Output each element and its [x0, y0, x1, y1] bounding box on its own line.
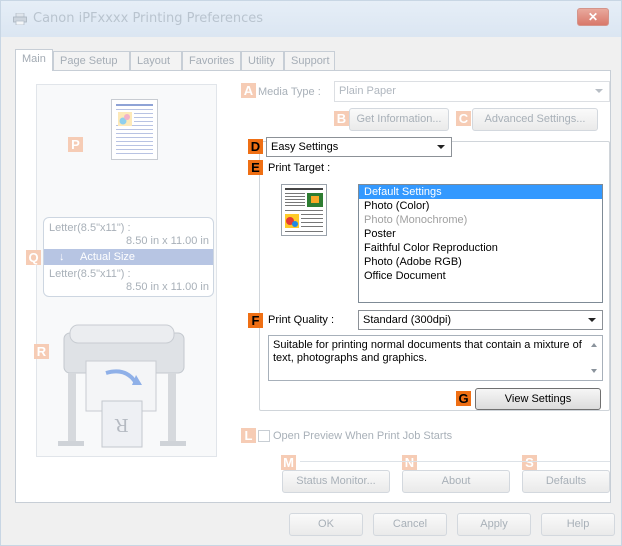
- callout-s: S: [522, 455, 537, 470]
- open-preview-label: Open Preview When Print Job Starts: [273, 430, 453, 442]
- open-preview-checkbox[interactable]: [258, 430, 270, 442]
- print-quality-value: Standard (300dpi): [363, 314, 452, 326]
- printing-preferences-window: Canon iPFxxxx Printing Preferences ✕ Mai…: [0, 0, 622, 546]
- callout-g: G: [456, 391, 471, 406]
- print-quality-description: Suitable for printing normal documents t…: [268, 335, 603, 381]
- callout-d: D: [248, 139, 263, 154]
- scroll-down-icon[interactable]: [591, 369, 597, 373]
- settings-mode-select[interactable]: Easy Settings: [266, 137, 452, 157]
- callout-m: M: [281, 455, 296, 470]
- tab-favorites[interactable]: Favorites: [182, 51, 241, 70]
- close-icon: ✕: [587, 10, 599, 24]
- list-item[interactable]: Faithful Color Reproduction: [359, 241, 602, 255]
- about-button[interactable]: About: [402, 470, 510, 493]
- description-text: Suitable for printing normal documents t…: [273, 339, 582, 364]
- callout-f: F: [248, 313, 263, 328]
- callout-l: L: [241, 428, 256, 443]
- window-title: Canon iPFxxxx Printing Preferences: [33, 11, 264, 26]
- defaults-button[interactable]: Defaults: [522, 470, 610, 493]
- media-type-label: Media Type :: [258, 86, 321, 98]
- tab-main[interactable]: Main: [15, 49, 53, 71]
- close-button[interactable]: ✕: [577, 8, 609, 26]
- print-target-label: Print Target :: [268, 162, 331, 174]
- callout-e: E: [248, 160, 263, 175]
- advanced-settings-button[interactable]: Advanced Settings...: [472, 108, 598, 131]
- title-bar[interactable]: Canon iPFxxxx Printing Preferences ✕: [1, 1, 621, 37]
- description-scrollbar[interactable]: [586, 336, 602, 380]
- view-settings-button[interactable]: View Settings: [475, 388, 601, 410]
- print-quality-select[interactable]: Standard (300dpi): [358, 310, 603, 330]
- printer-illustration-icon: R: [58, 324, 186, 448]
- settings-mode-value: Easy Settings: [271, 141, 339, 153]
- callout-p: P: [68, 137, 83, 152]
- photo-thumbnail-icon: [118, 112, 132, 126]
- callout-c: C: [456, 111, 471, 126]
- page-preview: [111, 99, 158, 160]
- callout-n: N: [402, 455, 417, 470]
- chevron-down-icon: [595, 89, 603, 93]
- actual-size-bar: ↓ Actual Size: [44, 249, 213, 265]
- ok-button[interactable]: OK: [289, 513, 363, 536]
- arrow-down-icon: ↓: [59, 251, 65, 263]
- print-quality-label: Print Quality :: [268, 314, 335, 326]
- callout-a: A: [241, 83, 256, 98]
- print-target-thumbnail-icon: [281, 184, 327, 236]
- paper-size-label-2: Letter(8.5"x11") :: [49, 268, 131, 280]
- media-type-value: Plain Paper: [339, 85, 396, 97]
- apply-button[interactable]: Apply: [457, 513, 531, 536]
- tab-utility[interactable]: Utility: [241, 51, 284, 70]
- tab-support[interactable]: Support: [284, 51, 335, 70]
- list-item[interactable]: Poster: [359, 227, 602, 241]
- actual-size-label: Actual Size: [80, 251, 136, 263]
- print-target-list[interactable]: Default Settings Photo (Color) Photo (Mo…: [358, 184, 603, 303]
- tab-page-setup[interactable]: Page Setup: [53, 51, 130, 70]
- list-item[interactable]: Photo (Color): [359, 199, 602, 213]
- help-button[interactable]: Help: [541, 513, 615, 536]
- callout-b: B: [334, 111, 349, 126]
- svg-text:R: R: [115, 414, 129, 435]
- paper-dimensions-2: 8.50 in x 11.00 in: [126, 281, 209, 293]
- paper-dimensions-1: 8.50 in x 11.00 in: [126, 235, 209, 247]
- list-item[interactable]: Photo (Adobe RGB): [359, 255, 602, 269]
- callout-q: Q: [26, 250, 41, 265]
- scroll-up-icon[interactable]: [591, 343, 597, 347]
- printer-icon: [13, 13, 27, 25]
- media-type-select[interactable]: Plain Paper: [334, 81, 610, 102]
- main-tab-panel: P Letter(8.5"x11") : 8.50 in x 11.00 in …: [15, 70, 611, 503]
- paper-size-label-1: Letter(8.5"x11") :: [49, 222, 131, 234]
- list-item[interactable]: Office Document: [359, 269, 602, 283]
- section-divider: [300, 461, 610, 462]
- tab-layout[interactable]: Layout: [130, 51, 182, 70]
- status-monitor-button[interactable]: Status Monitor...: [282, 470, 390, 493]
- list-item[interactable]: Photo (Monochrome): [359, 213, 602, 227]
- list-item[interactable]: Default Settings: [359, 185, 602, 199]
- callout-r: R: [34, 344, 49, 359]
- chevron-down-icon: [437, 145, 445, 149]
- chevron-down-icon: [588, 318, 596, 322]
- paper-size-info: Letter(8.5"x11") : 8.50 in x 11.00 in ↓ …: [43, 217, 214, 297]
- cancel-button[interactable]: Cancel: [373, 513, 447, 536]
- get-information-button[interactable]: Get Information...: [349, 108, 449, 131]
